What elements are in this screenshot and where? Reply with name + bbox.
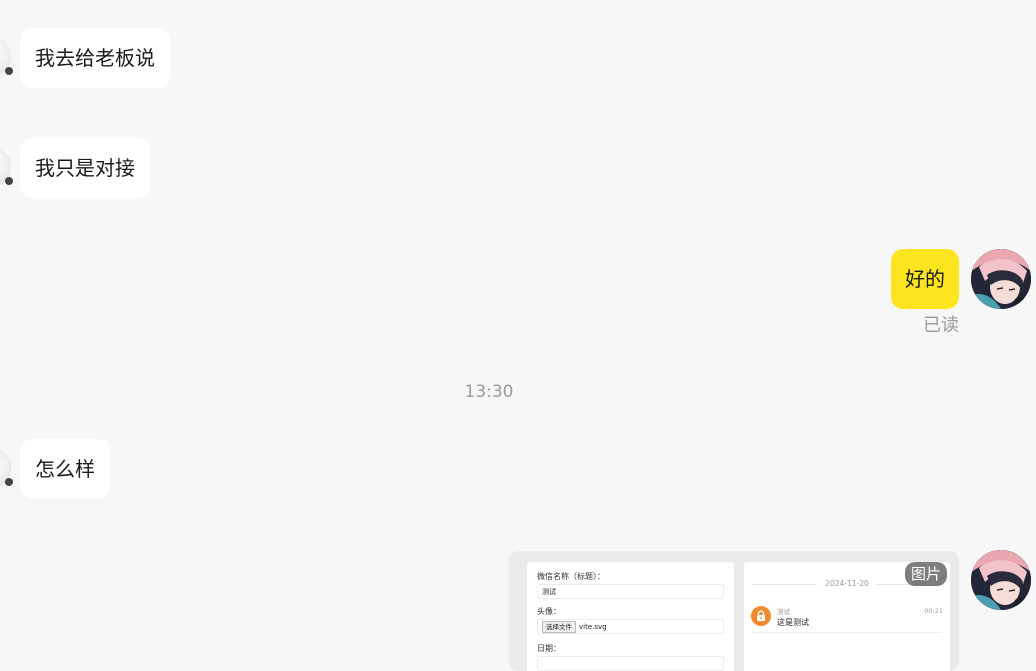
message-bubble-outgoing[interactable]: 好的 [891, 249, 959, 309]
contact-avatar[interactable] [0, 147, 13, 187]
wechat-name-label: 微信名称（标题）： [537, 572, 605, 581]
preview-message: 这是测试 [777, 618, 809, 627]
lock-icon [751, 606, 771, 626]
contact-avatar[interactable] [0, 448, 13, 488]
message-bubble-incoming[interactable]: 我只是对接 [20, 138, 150, 198]
date-label: 日期： [537, 644, 561, 653]
preview-sender: 测试 [777, 608, 790, 616]
time-divider: 13:30 [464, 382, 514, 402]
preview-time: 00:21 [924, 607, 943, 615]
wechat-name-field: 测试 [537, 584, 724, 599]
user-avatar-image [971, 249, 1031, 309]
preview-date: 2024-11-20 [817, 579, 877, 588]
avatar-file-field: 选择文件 vite.svg [537, 619, 724, 634]
avatar-label: 头像： [537, 607, 561, 616]
screenshot-form-panel: 微信名称（标题）： 测试 头像： 选择文件 vite.svg 日期： [527, 562, 734, 671]
message-text: 怎么样 [35, 457, 95, 481]
choose-file-button: 选择文件 [542, 621, 576, 633]
preview-divider [752, 632, 942, 633]
message-bubble-incoming[interactable]: 怎么样 [20, 439, 110, 499]
file-name: vite.svg [579, 623, 607, 631]
message-bubble-incoming[interactable]: 我去给老板说 [20, 28, 170, 88]
user-avatar[interactable] [971, 550, 1031, 610]
user-avatar-image [971, 550, 1031, 610]
image-badge: 图片 [905, 562, 948, 586]
message-text: 我去给老板说 [35, 46, 155, 70]
message-text: 我只是对接 [35, 156, 135, 180]
contact-avatar[interactable] [0, 37, 13, 77]
user-avatar[interactable] [971, 249, 1031, 309]
message-text: 好的 [905, 267, 945, 291]
date-field [537, 656, 724, 671]
read-status: 已读 [923, 315, 959, 336]
image-message[interactable]: 微信名称（标题）： 测试 头像： 选择文件 vite.svg 日期： 2024-1… [509, 551, 959, 671]
